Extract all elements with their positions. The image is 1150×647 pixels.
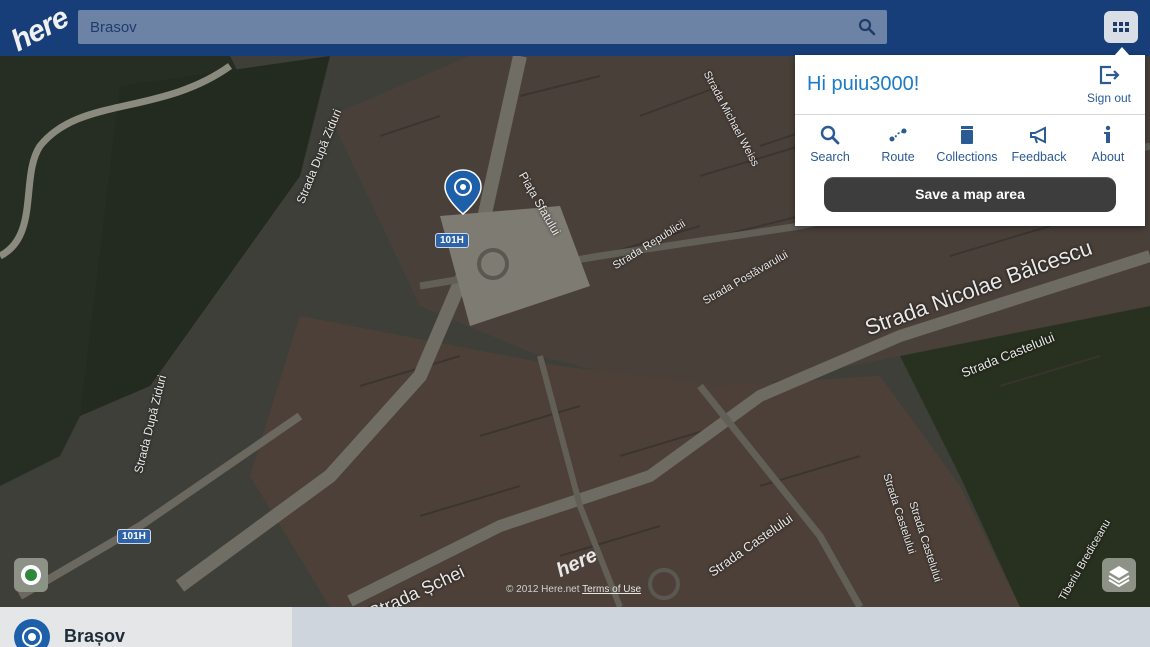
location-pin[interactable]	[443, 168, 483, 216]
road-shield: 101H	[117, 529, 151, 544]
menu-item-search[interactable]: Search	[797, 123, 863, 167]
search-icon[interactable]	[857, 17, 877, 37]
menu-item-about[interactable]: About	[1075, 123, 1141, 167]
user-greeting: Hi puiu3000!	[807, 73, 920, 95]
menu-item-collections[interactable]: Collections	[934, 123, 1000, 167]
menu-item-label: Feedback	[1011, 150, 1067, 164]
sign-out-label: Sign out	[1086, 91, 1132, 105]
collections-icon	[957, 125, 977, 145]
copyright-text: © 2012 Here.net	[506, 584, 580, 595]
map-layers-button[interactable]	[1102, 558, 1136, 592]
search-box	[78, 10, 887, 44]
search-input[interactable]	[78, 10, 848, 44]
locate-me-button[interactable]	[14, 558, 48, 592]
search-icon	[820, 125, 840, 145]
sign-out-button[interactable]: Sign out	[1081, 63, 1137, 107]
menu-item-label: Search	[810, 150, 850, 164]
menu-item-feedback[interactable]: Feedback	[1006, 123, 1072, 167]
megaphone-icon	[1029, 125, 1049, 145]
user-menu: Hi puiu3000! Sign out Search Route Colle…	[795, 55, 1145, 226]
menu-divider	[795, 114, 1145, 115]
top-bar: here	[0, 0, 1150, 58]
place-info-panel: Brașov	[0, 607, 1150, 647]
map-copyright: © 2012 Here.net Terms of Use	[506, 584, 641, 595]
apps-menu-button[interactable]	[1104, 11, 1138, 43]
app-root: here Brasov Strada După Ziduri Strada Du…	[0, 0, 1150, 647]
grid-icon	[1104, 22, 1138, 47]
save-map-area-button[interactable]: Save a map area	[824, 177, 1116, 212]
terms-of-use-link[interactable]: Terms of Use	[582, 584, 641, 595]
menu-item-label: Route	[881, 150, 915, 164]
info-icon	[1098, 125, 1118, 145]
menu-item-label: Collections	[936, 150, 998, 164]
menu-item-route[interactable]: Route	[865, 123, 931, 167]
sign-out-icon	[1097, 63, 1121, 92]
place-card[interactable]: Brașov	[0, 607, 292, 647]
route-icon	[888, 125, 908, 145]
place-marker-icon	[14, 619, 50, 647]
road-shield: 101H	[435, 233, 469, 248]
place-name: Brașov	[64, 626, 126, 646]
menu-item-label: About	[1091, 150, 1125, 164]
menu-caret	[1114, 47, 1130, 56]
